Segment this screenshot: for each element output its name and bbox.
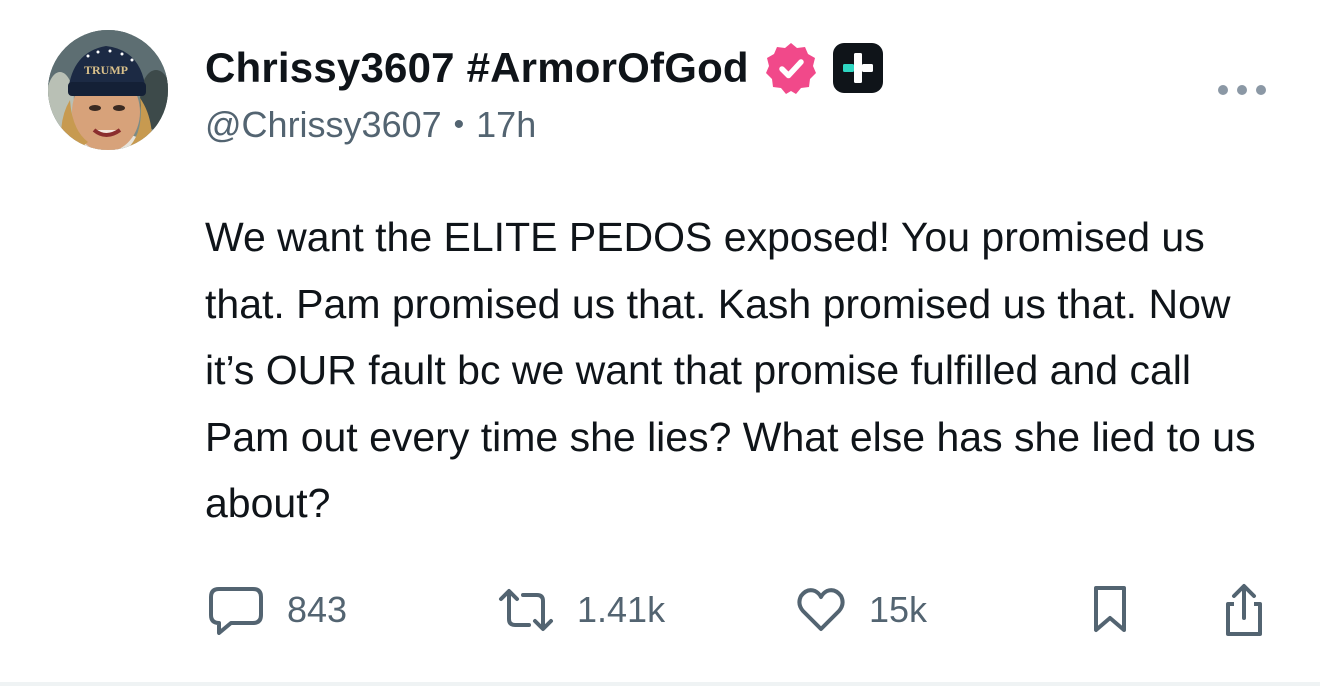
verified-badge-icon [763, 40, 819, 96]
name-row: Chrissy3607 #ArmorOfGod [205, 40, 885, 96]
bookmark-button[interactable] [1090, 580, 1130, 640]
timestamp[interactable]: 17h [476, 104, 536, 146]
repost-count: 1.41k [577, 589, 666, 630]
post-header: Chrissy3607 #ArmorOfGod @Chrissy3607 • 1… [205, 40, 885, 146]
share-button[interactable] [1220, 580, 1268, 640]
avatar[interactable]: TRUMP [48, 30, 168, 150]
handle-row: @Chrissy3607 • 17h [205, 104, 885, 146]
avatar-hat-text: TRUMP [84, 63, 128, 77]
like-button[interactable]: 15k [795, 580, 927, 640]
reply-button[interactable]: 843 [207, 580, 347, 640]
share-icon [1226, 584, 1262, 636]
more-dot [1256, 85, 1266, 95]
handle[interactable]: @Chrissy3607 [205, 104, 442, 146]
avatar-image: TRUMP [48, 30, 168, 150]
post-text: We want the ELITE PEDOS exposed! You pro… [205, 214, 1256, 526]
action-bar: 843 1.41k 15k [205, 580, 1275, 640]
more-options-icon[interactable] [1218, 78, 1266, 102]
plus-badge-icon [831, 41, 885, 95]
like-count: 15k [869, 589, 928, 630]
reply-count: 843 [287, 589, 348, 630]
separator-dot: • [453, 108, 465, 141]
more-dot [1218, 85, 1228, 95]
repost-icon [499, 589, 553, 631]
repost-button[interactable]: 1.41k [497, 580, 665, 640]
bookmark-icon [1094, 586, 1126, 632]
display-name[interactable]: Chrissy3607 #ArmorOfGod [205, 44, 749, 92]
reply-icon [209, 587, 263, 635]
more-dot [1237, 85, 1247, 95]
bottom-divider [0, 682, 1320, 686]
post-card: TRUMP Chrissy3607 #ArmorOfGod @Chrissy36… [0, 0, 1320, 686]
like-icon [797, 588, 845, 631]
